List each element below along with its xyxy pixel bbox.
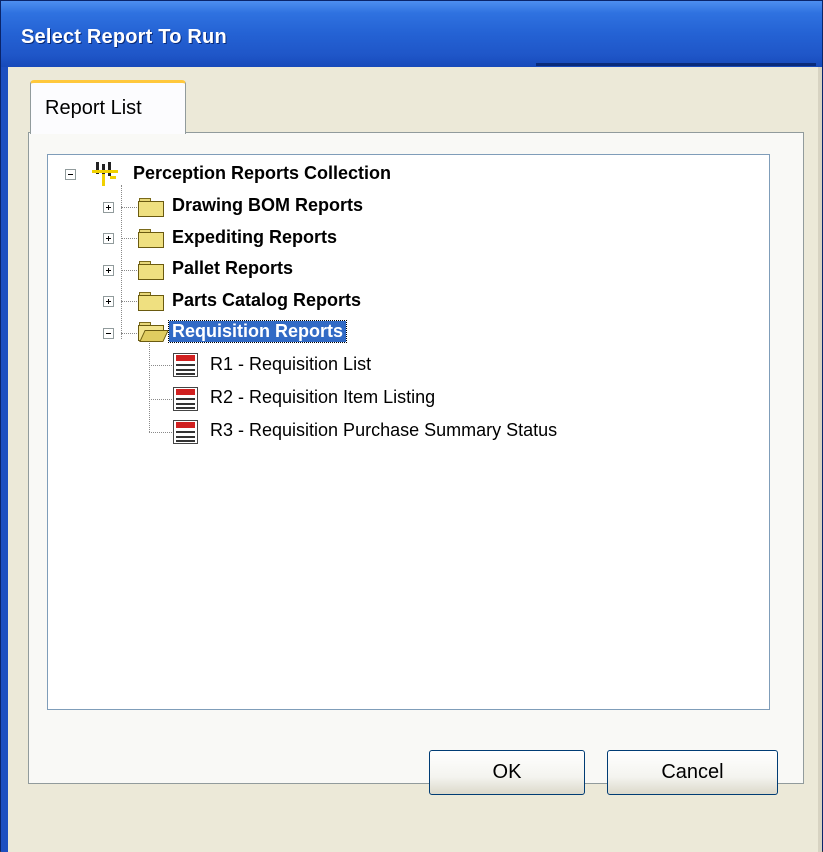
tree-line: [149, 343, 150, 432]
tree-folder-requisition[interactable]: Requisition Reports: [167, 320, 348, 343]
tab-report-list[interactable]: Report List: [30, 80, 186, 134]
dialog-title: Select Report To Run: [21, 26, 227, 48]
dialog-client-area: Report List Perception Reports Collectio…: [8, 67, 818, 852]
tree-report-r2[interactable]: R2 - Requisition Item Listing: [210, 387, 435, 408]
report-icon: [173, 387, 198, 411]
tree-folder-drawing-bom[interactable]: Drawing BOM Reports: [172, 195, 363, 216]
tree-line: [121, 185, 122, 339]
tree-root-label[interactable]: Perception Reports Collection: [133, 163, 391, 184]
title-bar[interactable]: Select Report To Run: [1, 1, 822, 67]
report-tree[interactable]: Perception Reports Collection Drawing BO…: [47, 154, 770, 710]
report-icon: [173, 420, 198, 444]
tree-report-r3[interactable]: R3 - Requisition Purchase Summary Status: [210, 420, 557, 441]
tab-report-list-label: Report List: [45, 97, 142, 119]
report-list-panel: Perception Reports Collection Drawing BO…: [28, 132, 804, 784]
open-folder-icon: [138, 322, 169, 342]
title-bar-shade: [536, 63, 816, 66]
folder-icon: [138, 292, 164, 311]
collapse-icon[interactable]: [103, 328, 114, 339]
expand-icon[interactable]: [103, 233, 114, 244]
folder-icon: [138, 261, 164, 280]
folder-icon: [138, 229, 164, 248]
collection-icon: [92, 162, 118, 186]
tree-folder-parts-catalog[interactable]: Parts Catalog Reports: [172, 290, 361, 311]
expand-icon[interactable]: [103, 265, 114, 276]
tree-report-r1[interactable]: R1 - Requisition List: [210, 354, 371, 375]
tree-line: [149, 399, 172, 400]
tree-folder-pallet[interactable]: Pallet Reports: [172, 258, 293, 279]
collapse-icon[interactable]: [65, 169, 76, 180]
cancel-button[interactable]: Cancel: [607, 750, 778, 795]
select-report-dialog: Select Report To Run Report List Percept…: [0, 0, 823, 852]
ok-button[interactable]: OK: [429, 750, 585, 795]
expand-icon[interactable]: [103, 296, 114, 307]
folder-icon: [138, 198, 164, 217]
tree-line: [149, 365, 172, 366]
expand-icon[interactable]: [103, 202, 114, 213]
window-border-left: [1, 67, 8, 852]
tree-line: [149, 432, 172, 433]
report-icon: [173, 353, 198, 377]
tree-folder-expediting[interactable]: Expediting Reports: [172, 227, 337, 248]
